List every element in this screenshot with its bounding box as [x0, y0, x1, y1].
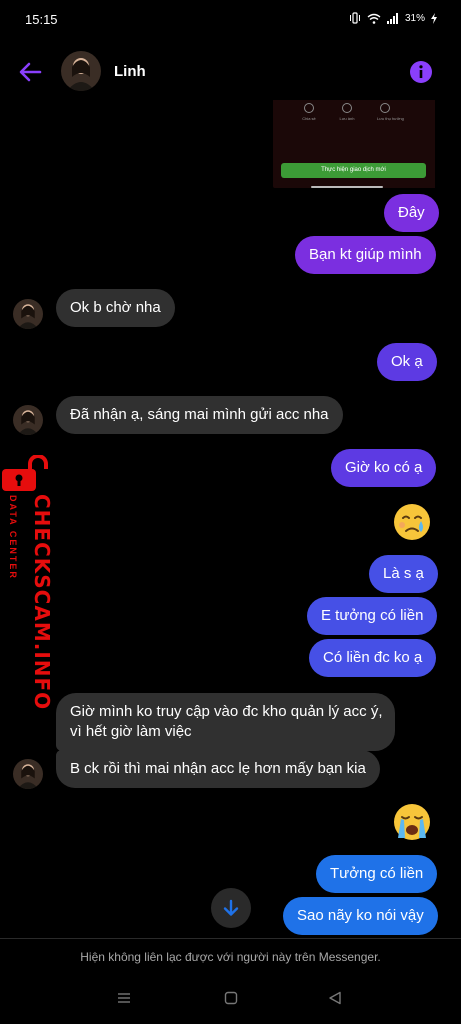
receipt-new-transaction-button: Thực hiện giao dịch mới — [281, 163, 426, 178]
back-arrow-icon[interactable] — [16, 58, 44, 86]
message-line: vì hết giờ làm việc — [70, 723, 192, 740]
message-outgoing[interactable]: Ok ạ — [377, 343, 437, 381]
status-time: 15:15 — [25, 12, 58, 27]
lock-icon — [2, 455, 48, 491]
back-icon[interactable] — [328, 991, 342, 1005]
message-incoming[interactable]: Ok b chờ nha — [56, 289, 175, 327]
receipt-home-indicator — [311, 186, 383, 188]
home-icon[interactable] — [224, 991, 238, 1005]
watermark-brand: CHECKSCAM.INFO — [30, 494, 54, 711]
message-line: Giờ mình ko truy cập vào đc kho quản lý … — [70, 703, 383, 720]
contact-name[interactable]: Linh — [114, 63, 146, 80]
scroll-to-bottom-button[interactable] — [211, 888, 251, 928]
message-outgoing[interactable]: Sao nãy ko nói vậy — [283, 897, 438, 935]
contact-avatar-small[interactable] — [13, 405, 43, 435]
contact-avatar-small[interactable] — [13, 759, 43, 789]
unavailable-notice: Hiện không liên lạc được với người này t… — [80, 950, 381, 964]
status-bar: 15:15 31% — [0, 0, 461, 40]
contact-avatar[interactable] — [61, 51, 101, 91]
footer-divider — [0, 938, 461, 939]
checkscam-watermark: CHECKSCAM.INFO DATA CENTER — [2, 455, 54, 710]
camera-icon: Lưu ảnh — [339, 103, 355, 121]
shared-image-receipt[interactable]: Chia sẻ Lưu ảnh Lưu thụ hưởng Thực hiện … — [273, 100, 435, 188]
message-outgoing[interactable]: E tưởng có liền — [307, 597, 438, 635]
message-outgoing[interactable]: Đây — [384, 194, 439, 232]
contact-avatar-small[interactable] — [13, 299, 43, 329]
message-incoming[interactable]: Đã nhận ạ, sáng mai mình gửi acc nha — [56, 396, 343, 434]
message-outgoing[interactable]: Bạn kt giúp mình — [295, 236, 436, 274]
person-icon: Lưu thụ hưởng — [377, 103, 404, 121]
battery-charging-icon — [431, 12, 437, 24]
watermark-tagline: DATA CENTER — [8, 495, 18, 580]
loudly-crying-face-icon[interactable] — [392, 802, 432, 842]
info-icon[interactable] — [409, 60, 433, 84]
message-outgoing[interactable]: Là s ạ — [369, 555, 438, 593]
status-icons: 31% — [349, 12, 437, 24]
message-outgoing[interactable]: Có liền đc ko ạ — [309, 639, 437, 677]
crying-face-icon[interactable] — [392, 502, 432, 542]
receipt-icon-row: Chia sẻ Lưu ảnh Lưu thụ hưởng — [301, 103, 404, 121]
recent-apps-icon[interactable] — [117, 991, 131, 1005]
share-icon: Chia sẻ — [301, 103, 317, 121]
system-nav-bar — [0, 985, 461, 1015]
message-incoming[interactable]: Giờ mình ko truy cập vào đc kho quản lý … — [56, 693, 395, 751]
signal-icon — [386, 12, 398, 24]
message-outgoing[interactable]: Giờ ko có ạ — [331, 449, 437, 487]
wifi-icon — [367, 13, 381, 24]
battery-level: 31% — [404, 12, 425, 24]
message-incoming[interactable]: B ck rồi thì mai nhận acc lẹ hơn mấy bạn… — [56, 750, 380, 788]
vibrate-icon — [349, 12, 360, 24]
message-outgoing[interactable]: Tưởng có liền — [316, 855, 438, 893]
arrow-down-icon — [223, 899, 239, 916]
chat-header: Linh — [0, 44, 461, 100]
